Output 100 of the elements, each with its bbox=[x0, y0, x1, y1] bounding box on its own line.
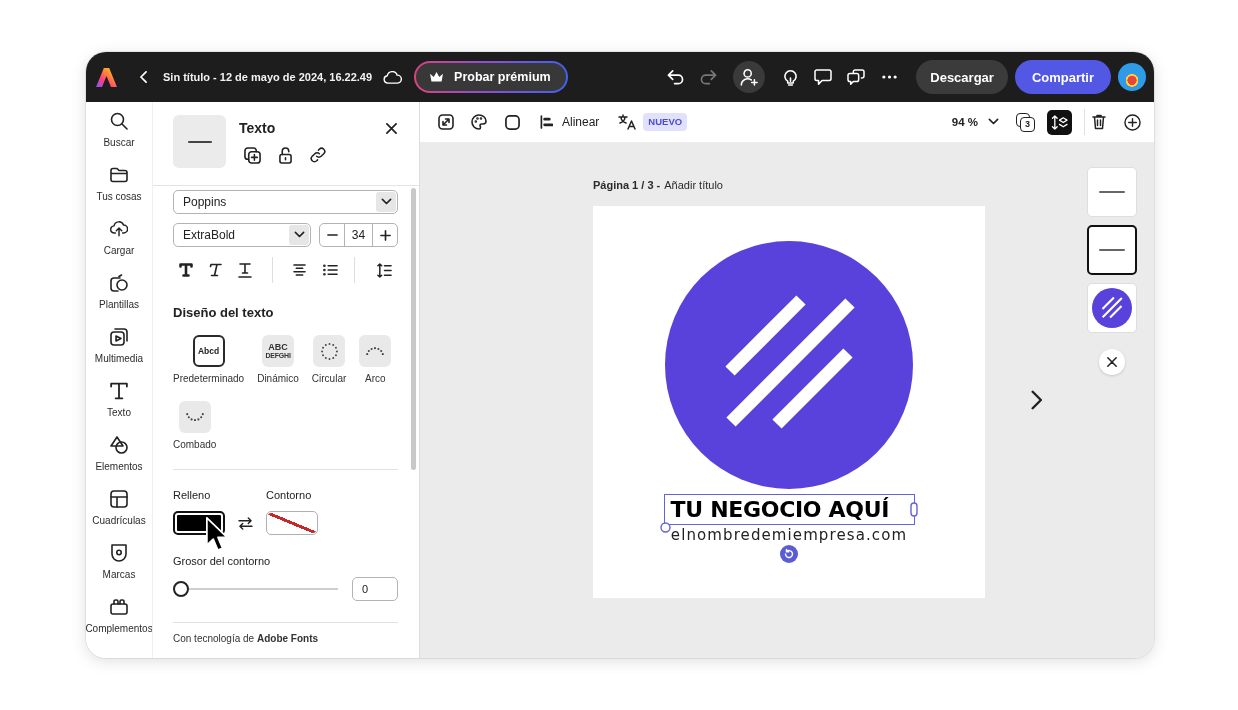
shapes-icon bbox=[110, 436, 128, 454]
panel-title: Texto bbox=[239, 119, 276, 138]
duplicate-plus-icon bbox=[243, 146, 261, 164]
undo-icon bbox=[666, 69, 684, 85]
more-icon bbox=[881, 75, 897, 79]
option-label: Dinámico bbox=[257, 373, 299, 385]
logo-preview-icon bbox=[1092, 288, 1132, 328]
download-button[interactable]: Descargar bbox=[916, 60, 1008, 94]
folder-icon bbox=[110, 166, 128, 184]
align-center-icon bbox=[292, 264, 306, 276]
text-layout-option[interactable] bbox=[313, 335, 346, 367]
slider-thumb[interactable] bbox=[173, 581, 189, 597]
grid-icon bbox=[110, 490, 128, 508]
translate-icon bbox=[618, 114, 637, 130]
square-icon bbox=[504, 114, 520, 130]
sidebar-item[interactable]: Cuadrículas bbox=[86, 480, 152, 534]
option-label: Combado bbox=[173, 439, 217, 451]
plus-icon bbox=[379, 229, 391, 241]
link-icon bbox=[310, 147, 326, 163]
close-icon bbox=[385, 122, 397, 134]
chevron-right-icon bbox=[1030, 390, 1042, 410]
no-color-swatch[interactable] bbox=[266, 511, 318, 535]
search-icon bbox=[110, 112, 128, 130]
option-label: Predeterminado bbox=[173, 373, 245, 385]
chevron-down-icon bbox=[988, 118, 999, 126]
premium-button[interactable]: Probar prémium bbox=[414, 61, 568, 93]
document-title[interactable]: Sin título - 12 de mayo de 2024, 16.22.49 bbox=[163, 71, 373, 83]
palette-icon bbox=[471, 114, 487, 130]
trash-icon bbox=[1092, 114, 1106, 130]
chevron-down-icon bbox=[380, 198, 392, 206]
page-thumbnail[interactable] bbox=[1087, 225, 1137, 275]
section-heading: Diseño del texto bbox=[173, 305, 275, 321]
font-dropdown[interactable]: Poppins bbox=[173, 190, 398, 214]
align-left-icon bbox=[540, 115, 553, 129]
crown-icon bbox=[429, 71, 445, 83]
headline-text[interactable]: TU NEGOCIO AQUÍ bbox=[670, 496, 890, 523]
dotted-ring-icon bbox=[320, 342, 338, 360]
plus-circle-icon bbox=[1123, 113, 1141, 131]
layers-arrows-icon bbox=[1051, 114, 1068, 130]
sidebar-item[interactable]: Elementos bbox=[86, 426, 152, 480]
paint-label: Relleno bbox=[173, 489, 212, 502]
stroke-width-input[interactable]: 0 bbox=[352, 577, 398, 601]
swap-arrows-icon bbox=[237, 516, 253, 530]
option-label: Circular bbox=[311, 373, 347, 385]
close-icon bbox=[1107, 357, 1117, 367]
shield-icon bbox=[110, 544, 128, 562]
two-bubbles-icon bbox=[847, 69, 866, 85]
option-label: Arco bbox=[365, 373, 386, 385]
zoom-dropdown[interactable]: 94 % bbox=[951, 108, 999, 136]
duplicate-button[interactable] bbox=[241, 144, 263, 166]
invite-button[interactable] bbox=[733, 61, 766, 93]
app-logo-icon bbox=[96, 67, 117, 87]
italic-t-icon bbox=[208, 263, 222, 277]
user-avatar[interactable] bbox=[1118, 63, 1146, 91]
media-icon bbox=[110, 328, 128, 346]
sidebar-item[interactable]: Texto bbox=[86, 372, 152, 426]
sidebar-item[interactable]: Multimedia bbox=[86, 318, 152, 372]
bullet-list-icon bbox=[322, 264, 338, 276]
sidebar-item[interactable]: Buscar bbox=[86, 102, 152, 156]
person-plus-icon bbox=[740, 68, 759, 86]
font-size-input[interactable]: 34 bbox=[344, 224, 373, 246]
sidebar-item[interactable]: Marcas bbox=[86, 534, 152, 588]
resize-handle-icon[interactable] bbox=[909, 502, 918, 517]
resize-icon bbox=[438, 114, 454, 130]
page-label: Página 1 / 3 - bbox=[593, 178, 661, 192]
chevron-down-icon bbox=[293, 231, 305, 239]
underline-t-icon bbox=[238, 262, 252, 278]
align-button[interactable]: Alinear bbox=[536, 108, 604, 136]
comment-icon bbox=[814, 69, 833, 85]
rotate-icon[interactable] bbox=[780, 545, 798, 563]
cloud-upload-icon bbox=[110, 220, 128, 238]
text-layout-option[interactable]: Abcd bbox=[192, 335, 225, 367]
chevron-left-icon bbox=[139, 71, 147, 83]
text-layout-option[interactable] bbox=[359, 335, 392, 367]
sidebar-item[interactable]: Complementos bbox=[86, 588, 152, 642]
line-spacing-icon bbox=[376, 262, 392, 278]
share-button[interactable]: Compartir bbox=[1014, 60, 1111, 94]
text-layout-option[interactable] bbox=[178, 401, 211, 433]
font-size-stepper[interactable]: 34 bbox=[319, 223, 398, 247]
sidebar-item[interactable]: Tus cosas bbox=[86, 156, 152, 210]
sidebar-item[interactable]: Cargar bbox=[86, 210, 152, 264]
stroke-width-label: Grosor del contorno bbox=[173, 555, 272, 568]
minus-icon bbox=[326, 234, 338, 236]
sidebar-item[interactable]: Plantillas bbox=[86, 264, 152, 318]
reorder-button[interactable] bbox=[1047, 109, 1072, 135]
redo-icon bbox=[699, 69, 717, 85]
weight-dropdown[interactable]: ExtraBold bbox=[173, 223, 311, 247]
new-badge: NUEVO bbox=[643, 113, 688, 131]
website-text[interactable]: elnombredemiempresa.com bbox=[670, 526, 908, 544]
text-preview-icon bbox=[187, 140, 212, 143]
resize-handle-icon[interactable] bbox=[659, 522, 671, 533]
template-icon bbox=[110, 274, 128, 292]
paint-label: Contorno bbox=[266, 489, 313, 502]
close-button[interactable] bbox=[1099, 349, 1125, 375]
cloud-icon bbox=[382, 70, 402, 84]
powered-by-text: Con tecnología de Adobe Fonts bbox=[173, 632, 320, 645]
text-icon bbox=[110, 382, 128, 400]
lightbulb-icon bbox=[783, 68, 797, 86]
dotted-arc-icon bbox=[366, 346, 385, 356]
add-title-link[interactable]: Añadir título bbox=[664, 178, 723, 192]
